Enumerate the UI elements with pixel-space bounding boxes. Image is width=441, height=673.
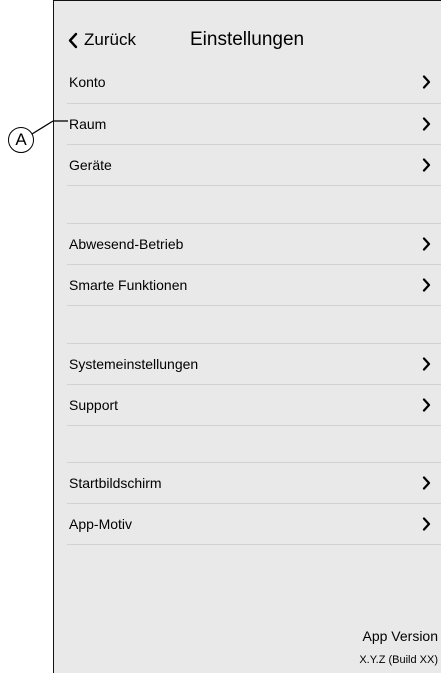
page-title: Einstellungen xyxy=(190,29,305,50)
menu-item-geraete[interactable]: Geräte xyxy=(54,145,441,185)
back-label: Zurück xyxy=(84,30,136,49)
menu-item-support[interactable]: Support xyxy=(54,385,441,425)
chevron-right-icon xyxy=(422,278,431,292)
callout-badge: A xyxy=(8,127,34,153)
chevron-right-icon xyxy=(422,517,431,531)
menu-item-startbildschirm[interactable]: Startbildschirm xyxy=(54,463,441,503)
app-version-value: X.Y.Z (Build XX) xyxy=(359,654,438,666)
menu-item-label: Startbildschirm xyxy=(69,475,162,491)
callout-letter: A xyxy=(15,130,27,149)
menu-item-label: App-Motiv xyxy=(69,516,133,532)
back-button[interactable]: Zurück xyxy=(67,30,136,50)
chevron-right-icon xyxy=(422,75,431,89)
chevron-right-icon xyxy=(422,357,431,371)
app-version-label: App Version xyxy=(362,628,439,644)
menu-item-konto[interactable]: Konto xyxy=(54,62,441,102)
menu-item-systemeinstellungen[interactable]: Systemeinstellungen xyxy=(54,344,441,384)
divider xyxy=(67,305,441,306)
menu-item-smarte-funktionen[interactable]: Smarte Funktionen xyxy=(54,265,441,305)
menu-item-label: Geräte xyxy=(69,157,112,173)
menu-item-label: Systemeinstellungen xyxy=(69,356,199,372)
header: Zurück Einstellungen xyxy=(54,26,441,62)
menu-item-abwesend-betrieb[interactable]: Abwesend-Betrieb xyxy=(54,224,441,264)
chevron-right-icon xyxy=(422,398,431,412)
menu-item-label: Support xyxy=(69,397,119,413)
menu-item-label: Raum xyxy=(69,116,107,132)
settings-screen: Zurück Einstellungen Konto Raum Geräte A… xyxy=(53,0,441,673)
divider xyxy=(67,544,441,545)
chevron-right-icon xyxy=(422,158,431,172)
chevron-right-icon xyxy=(422,117,431,131)
divider xyxy=(67,185,441,186)
chevron-left-icon xyxy=(68,32,78,48)
chevron-right-icon xyxy=(422,237,431,251)
divider xyxy=(67,425,441,426)
menu-item-label: Konto xyxy=(69,74,106,90)
menu-item-raum[interactable]: Raum xyxy=(54,104,441,144)
chevron-right-icon xyxy=(422,476,431,490)
menu-item-label: Smarte Funktionen xyxy=(69,277,188,293)
menu-item-label: Abwesend-Betrieb xyxy=(69,236,184,252)
menu-item-app-motiv[interactable]: App-Motiv xyxy=(54,504,441,544)
